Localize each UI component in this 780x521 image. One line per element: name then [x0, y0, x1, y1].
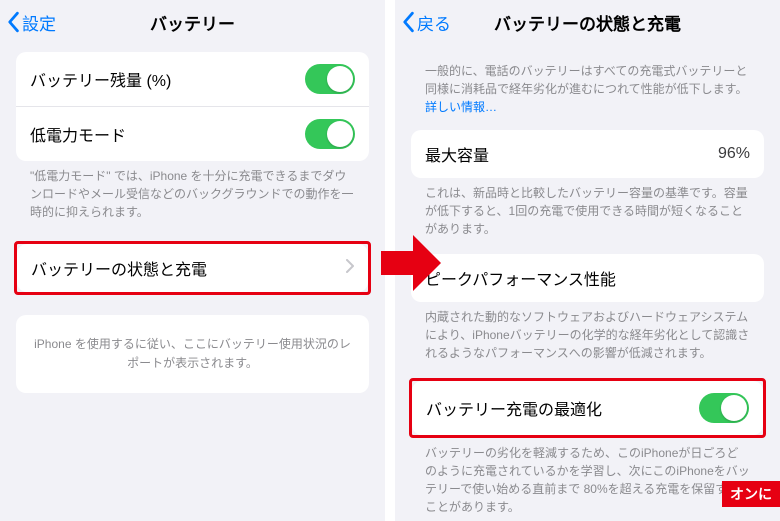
battery-health-label: バッテリーの状態と充電	[31, 256, 207, 280]
screen-battery-health: 戻る バッテリーの状態と充電 一般的に、電話のバッテリーはすべての充電式バッテリ…	[395, 0, 780, 521]
intro-text: 一般的に、電話のバッテリーはすべての充電式バッテリーと同様に消耗品で経年劣化が進…	[395, 44, 780, 116]
battery-percent-label: バッテリー残量 (%)	[30, 67, 171, 91]
low-power-row[interactable]: 低電力モード	[16, 106, 369, 161]
optimized-charging-toggle[interactable]	[699, 393, 749, 423]
learn-more-link[interactable]: 詳しい情報…	[425, 100, 497, 114]
chevron-right-icon	[346, 259, 354, 278]
battery-percent-row[interactable]: バッテリー残量 (%)	[16, 52, 369, 106]
highlight-battery-health: バッテリーの状態と充電	[14, 241, 371, 295]
back-button[interactable]: 設定	[6, 0, 56, 44]
annotation-badge: オンに	[722, 481, 780, 507]
page-title: バッテリーの状態と充電	[494, 10, 681, 35]
back-label: 設定	[22, 10, 56, 35]
page-title: バッテリー	[150, 10, 235, 35]
highlight-optimized-charging: バッテリー充電の最適化	[409, 378, 766, 438]
max-capacity-label: 最大容量	[425, 142, 489, 166]
chevron-left-icon	[401, 11, 415, 33]
peak-performance-footer: 内蔵された動的なソフトウェアおよびハードウェアシステムにより、iPhoneバッテ…	[395, 302, 780, 362]
back-label: 戻る	[417, 10, 451, 35]
max-capacity-row[interactable]: 最大容量 96%	[411, 130, 764, 178]
peak-performance-row[interactable]: ピークパフォーマンス性能	[411, 254, 764, 302]
peak-performance-label: ピークパフォーマンス性能	[425, 266, 616, 290]
max-capacity-value: 96%	[718, 145, 750, 163]
low-power-toggle[interactable]	[305, 119, 355, 149]
battery-percent-toggle[interactable]	[305, 64, 355, 94]
usage-placeholder: iPhone を使用するに従い、ここにバッテリー使用状況のレポートが表示されます…	[16, 315, 369, 393]
low-power-label: 低電力モード	[30, 122, 126, 146]
nav-bar: 設定 バッテリー	[0, 0, 385, 44]
screen-battery: 設定 バッテリー バッテリー残量 (%) 低電力モード "低電力モード" では、…	[0, 0, 385, 521]
optimized-charging-row[interactable]: バッテリー充電の最適化	[412, 381, 763, 435]
back-button[interactable]: 戻る	[401, 0, 451, 44]
max-capacity-footer: これは、新品時と比較したバッテリー容量の基準です。容量が低下すると、1回の充電で…	[395, 178, 780, 238]
chevron-left-icon	[6, 11, 20, 33]
content: バッテリー残量 (%) 低電力モード "低電力モード" では、iPhone を十…	[0, 44, 385, 521]
battery-health-row[interactable]: バッテリーの状態と充電	[17, 244, 368, 292]
optimized-charging-label: バッテリー充電の最適化	[426, 396, 602, 420]
nav-bar: 戻る バッテリーの状態と充電	[395, 0, 780, 44]
content: 一般的に、電話のバッテリーはすべての充電式バッテリーと同様に消耗品で経年劣化が進…	[395, 44, 780, 521]
arrow-icon	[381, 235, 441, 291]
low-power-footer: "低電力モード" では、iPhone を十分に充電できるまでダウンロードやメール…	[0, 161, 385, 221]
